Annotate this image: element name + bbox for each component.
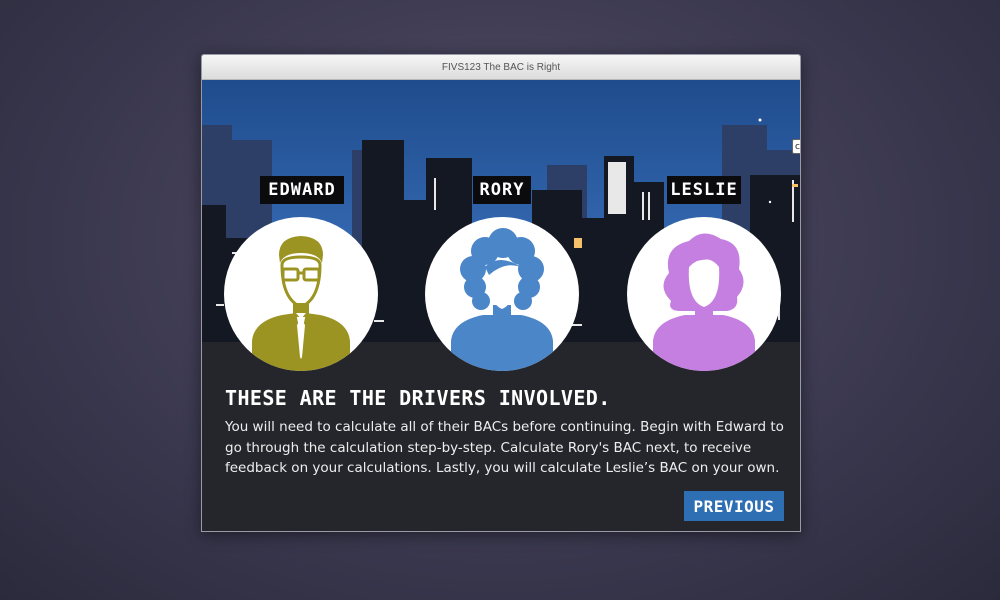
curly-hair-person-icon [451, 228, 553, 371]
driver-avatar-edward[interactable] [224, 217, 378, 371]
driver-name: LESLIE [670, 180, 738, 200]
driver-name: EDWARD [268, 180, 336, 200]
driver-name-tag: LESLIE [667, 176, 741, 204]
scene: c EDWARD RORY LESLIE THESE ARE THE DRIVE… [202, 80, 800, 531]
driver-avatar-rory[interactable] [425, 217, 579, 371]
overlay-edge-tab[interactable]: c [792, 139, 800, 154]
driver-avatar-leslie[interactable] [627, 217, 781, 371]
window-title: FIVS123 The BAC is Right [202, 55, 800, 80]
wavy-hair-woman-icon [653, 233, 755, 371]
previous-button[interactable]: PREVIOUS [684, 491, 784, 521]
page-heading: THESE ARE THE DRIVERS INVOLVED. [225, 386, 611, 410]
instructions-text: You will need to calculate all of their … [225, 419, 784, 476]
driver-name: RORY [479, 180, 525, 200]
driver-name-tag: EDWARD [260, 176, 344, 204]
app-window: FIVS123 The BAC is Right c EDWARD RORY L… [201, 54, 801, 532]
driver-name-tag: RORY [473, 176, 531, 204]
man-with-glasses-and-tie-icon [252, 236, 350, 371]
